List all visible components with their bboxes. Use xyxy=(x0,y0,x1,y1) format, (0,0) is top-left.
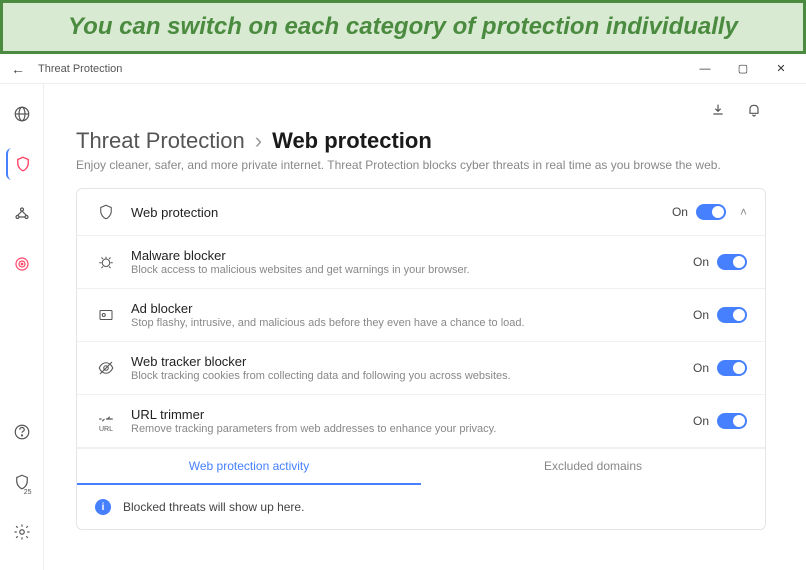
row-title: Malware blocker xyxy=(131,248,679,263)
row-url-trimmer: URL URL trimmer Remove tracking paramete… xyxy=(77,395,765,448)
target-icon xyxy=(13,255,31,273)
row-desc: Remove tracking parameters from web addr… xyxy=(131,423,679,435)
maximize-button[interactable]: ▢ xyxy=(724,57,762,81)
breadcrumb: Threat Protection › Web protection xyxy=(76,128,766,154)
sidebar-item-threat-protection[interactable] xyxy=(6,148,38,180)
bug-icon xyxy=(95,251,117,273)
sidebar-item-help[interactable] xyxy=(6,416,38,448)
row-desc: Stop flashy, intrusive, and malicious ad… xyxy=(131,317,679,329)
help-icon xyxy=(13,423,31,441)
ad-toggle[interactable] xyxy=(717,307,747,323)
chevron-up-icon[interactable]: ˄ xyxy=(740,205,747,219)
row-web-protection: Web protection On ˄ xyxy=(77,189,765,236)
app-window: ← Threat Protection — ▢ ✕ xyxy=(0,54,806,570)
close-button[interactable]: ✕ xyxy=(762,57,800,81)
breadcrumb-parent[interactable]: Threat Protection xyxy=(76,128,245,154)
app-body: 25 Threat Protection › Web protection xyxy=(0,84,806,570)
notifications-button[interactable] xyxy=(742,98,766,122)
info-icon: i xyxy=(95,499,111,515)
shield-badge: 25 xyxy=(24,489,32,496)
top-actions xyxy=(76,98,766,122)
row-title: Web protection xyxy=(131,205,658,220)
row-title: Web tracker blocker xyxy=(131,354,679,369)
activity-empty-text: Blocked threats will show up here. xyxy=(123,500,304,514)
annotation-text: You can switch on each category of prote… xyxy=(68,13,738,40)
malware-toggle[interactable] xyxy=(717,254,747,270)
sidebar-item-mesh[interactable] xyxy=(6,198,38,230)
row-ad-blocker: Ad blocker Stop flashy, intrusive, and m… xyxy=(77,289,765,342)
sidebar-item-globe[interactable] xyxy=(6,98,38,130)
titlebar-left: ← Threat Protection xyxy=(6,57,122,81)
tabs: Web protection activity Excluded domains xyxy=(77,448,765,485)
url-toggle[interactable] xyxy=(717,413,747,429)
row-tracker-blocker: Web tracker blocker Block tracking cooki… xyxy=(77,342,765,395)
sidebar-item-settings[interactable] xyxy=(6,516,38,548)
row-title: URL trimmer xyxy=(131,407,679,422)
main-content: Threat Protection › Web protection Enjoy… xyxy=(44,84,806,570)
settings-panel: Web protection On ˄ Malware blocker Bloc… xyxy=(76,188,766,530)
eye-off-icon xyxy=(95,357,117,379)
row-malware-blocker: Malware blocker Block access to maliciou… xyxy=(77,236,765,289)
gear-icon xyxy=(13,523,31,541)
row-desc: Block access to malicious websites and g… xyxy=(131,264,679,276)
shield-outline-icon xyxy=(95,201,117,223)
url-icon: URL xyxy=(95,410,117,432)
tab-excluded[interactable]: Excluded domains xyxy=(421,449,765,485)
shield-icon xyxy=(14,155,32,173)
window-controls: — ▢ ✕ xyxy=(686,57,800,81)
sidebar-bottom: 25 xyxy=(6,416,38,556)
download-button[interactable] xyxy=(706,98,730,122)
mesh-icon xyxy=(13,205,31,223)
window-title: Threat Protection xyxy=(38,63,122,75)
row-desc: Block tracking cookies from collecting d… xyxy=(131,370,679,382)
tracker-toggle[interactable] xyxy=(717,360,747,376)
sidebar: 25 xyxy=(0,84,44,570)
download-icon xyxy=(710,102,726,118)
bell-icon xyxy=(746,102,762,118)
ad-icon xyxy=(95,304,117,326)
url-label: URL xyxy=(99,426,113,433)
activity-area: i Blocked threats will show up here. xyxy=(77,485,765,529)
toggle-label: On xyxy=(693,308,709,322)
sidebar-item-target[interactable] xyxy=(6,248,38,280)
tab-activity[interactable]: Web protection activity xyxy=(77,449,421,485)
sidebar-item-security-status[interactable]: 25 xyxy=(6,466,38,498)
toggle-label: On xyxy=(693,414,709,428)
toggle-label: On xyxy=(693,255,709,269)
toggle-label: On xyxy=(672,205,688,219)
titlebar: ← Threat Protection — ▢ ✕ xyxy=(0,54,806,84)
minimize-button[interactable]: — xyxy=(686,57,724,81)
page-subtitle: Enjoy cleaner, safer, and more private i… xyxy=(76,158,766,172)
row-title: Ad blocker xyxy=(131,301,679,316)
annotation-banner: You can switch on each category of prote… xyxy=(0,0,806,54)
web-protection-toggle[interactable] xyxy=(696,204,726,220)
breadcrumb-separator: › xyxy=(255,128,262,154)
back-button[interactable]: ← xyxy=(6,57,30,81)
toggle-label: On xyxy=(693,361,709,375)
breadcrumb-current: Web protection xyxy=(272,128,432,154)
globe-icon xyxy=(13,105,31,123)
